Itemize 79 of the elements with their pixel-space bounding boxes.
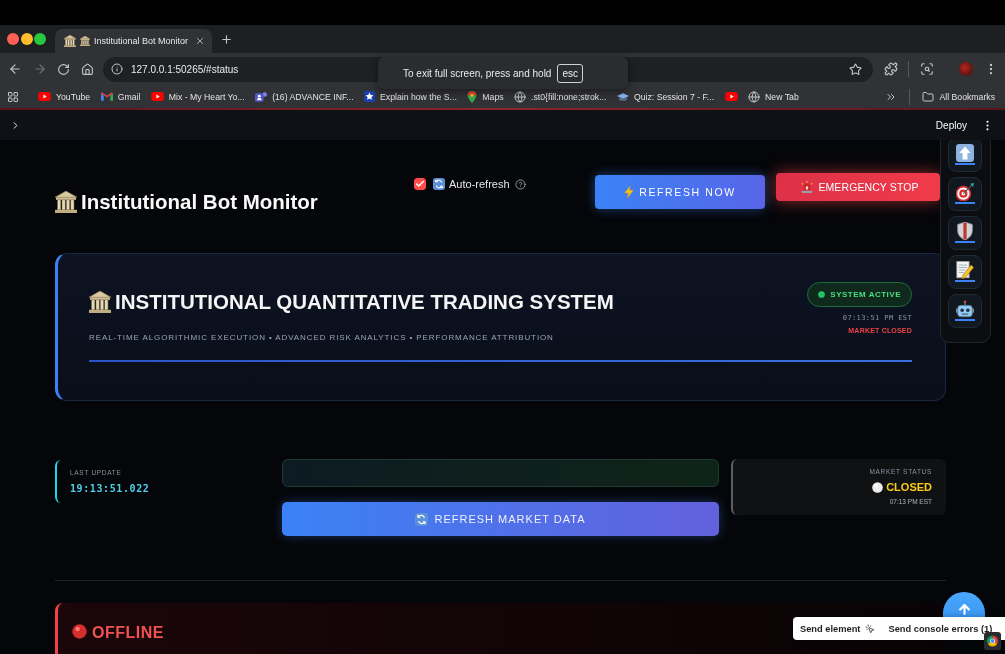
last-update-time: 19:13:51.022 [70,482,151,496]
bookmark-link[interactable]: Gmail [100,91,141,102]
deploy-button[interactable]: Deploy [931,117,971,133]
refresh-icon [433,178,445,190]
map-pin-icon [467,90,478,103]
shield-icon [956,222,974,240]
round-logo-icon[interactable] [984,632,1001,650]
scroll-top-button[interactable] [943,592,985,617]
check-icon [415,179,425,189]
up-arrow-icon [956,144,974,162]
help-icon[interactable] [514,178,526,190]
keyboard-key: esc [557,63,583,83]
forward-icon[interactable] [32,62,47,76]
building-icon [55,191,77,213]
checkbox[interactable] [414,178,426,190]
window-minimize-icon[interactable] [20,33,33,45]
bookmark-link[interactable]: .st0{fill:none;strok... [514,90,607,103]
browser-tab[interactable]: Institutional Bot Monitor [55,29,212,53]
favicon-icon [64,35,76,47]
side-toolbar-button[interactable] [948,294,982,328]
play-logo-icon [150,92,164,101]
star-icon [364,91,376,102]
bookmark-link[interactable]: New Tab [748,90,799,103]
market-status-value: CLOSED [886,480,932,494]
scan-search-icon[interactable] [919,62,934,76]
system-title: INSTITUTIONAL QUANTITATIVE TRADING SYSTEM [115,289,614,315]
refresh-icon [415,512,429,526]
status-dot-icon [72,624,87,639]
page-title: Institutional Bot Monitor [81,189,318,215]
bookmark-link[interactable]: Maps [467,90,504,103]
play-logo-icon [38,92,51,101]
memo-icon [956,261,974,279]
siren-icon [801,181,814,193]
bookmark-link[interactable] [724,92,738,101]
lightning-icon [624,186,635,198]
building-icon [89,291,111,313]
status-dot-icon [818,291,826,298]
refresh-market-data-button[interactable]: REFRESH MARKET DATA [282,502,719,536]
info-icon[interactable] [111,63,123,75]
auto-refresh-label: Auto-refresh [449,178,510,190]
extensions-icon[interactable] [883,62,898,76]
mail-logo-icon [100,92,113,101]
send-element-button[interactable]: Send element [800,623,876,634]
robot-icon [956,300,974,318]
home-icon[interactable] [80,62,94,76]
bookmark-link[interactable]: (16) ADVANCE INF... [255,90,354,103]
people-logo-icon [255,90,268,103]
bot-status-text: OFFLINE [92,624,164,642]
target-icon [956,183,974,201]
side-toolbar-button[interactable] [948,140,982,172]
pointer-click-icon [865,623,876,634]
apps-grid-icon[interactable] [7,90,19,103]
folder-icon [922,90,935,103]
all-bookmarks-link[interactable]: All Bookmarks [922,90,995,103]
window-zoom-icon[interactable] [34,33,46,45]
globe-icon [514,90,527,103]
status-text: SYSTEM ACTIVE [830,290,901,299]
cap-icon [616,91,629,102]
play-logo-icon [724,92,738,101]
reload-icon[interactable] [57,62,70,76]
side-toolbar-button[interactable] [948,177,982,211]
side-toolbar-button[interactable] [948,255,982,289]
system-subtitle: REAL-TIME ALGORITHMIC EXECUTION • ADVANCED RISK ANALYTICS • PERFORMANCE ATTRIBUTION [89,332,555,344]
refresh-now-button[interactable]: REFRESH NOW [595,175,765,209]
back-icon[interactable] [8,62,22,76]
fullscreen-notice-text: To exit full screen, press and hold [403,67,552,79]
bookmark-link[interactable]: Quiz: Session 7 - F... [616,91,715,102]
close-tab-icon[interactable] [195,36,205,46]
emergency-stop-button[interactable]: EMERGENCY STOP [776,173,940,201]
bookmark-link[interactable]: YouTube [38,91,91,102]
building-icon [80,36,90,46]
bookmark-star-icon[interactable] [849,62,862,76]
globe-icon [748,90,761,103]
bookmark-link[interactable]: Mix - My Heart Yo... [150,91,245,102]
bookmark-link[interactable]: Explain how the S... [364,91,457,102]
circle-icon [872,481,884,493]
new-tab-icon[interactable] [220,32,233,46]
window-close-icon[interactable] [7,33,19,45]
side-toolbar-button[interactable] [948,216,982,250]
